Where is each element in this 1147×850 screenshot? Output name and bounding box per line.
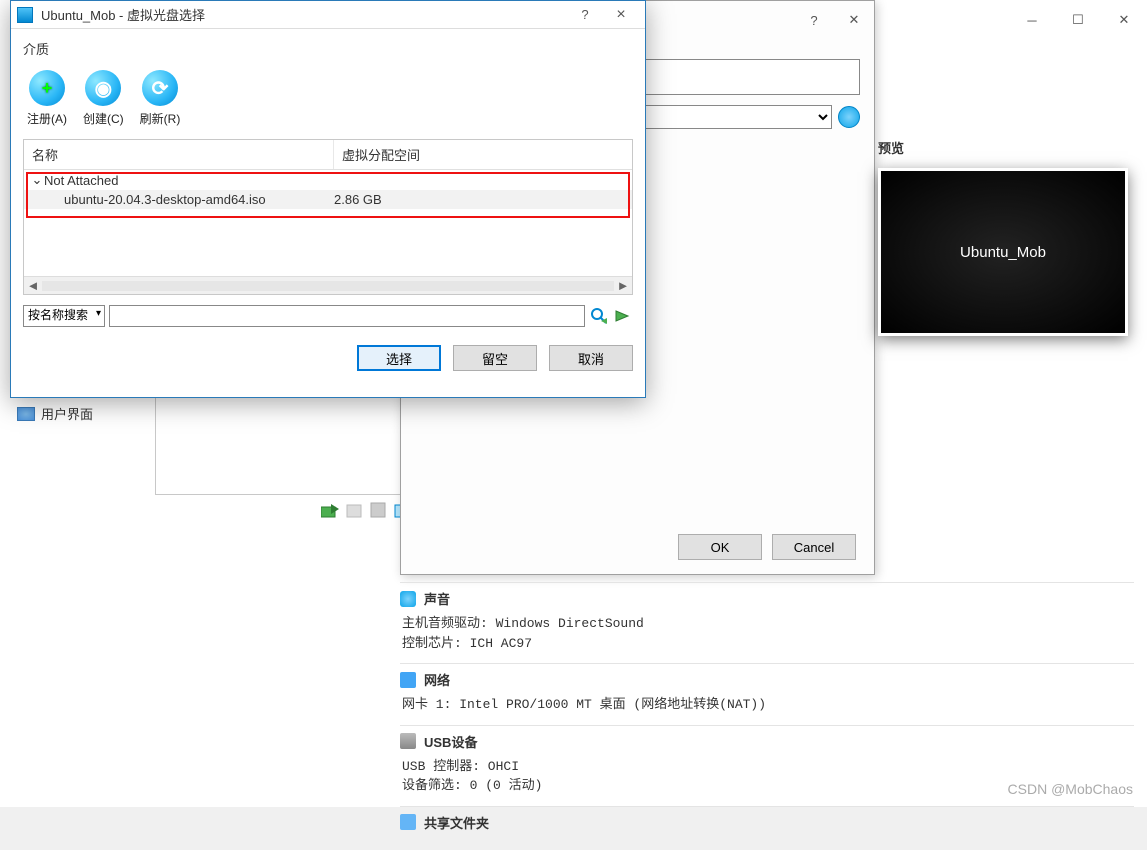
network-adapter: 网卡 1: Intel PRO/1000 MT 桌面 (网络地址转换(NAT)) [402, 695, 1134, 715]
preview-vm-name: Ubuntu_Mob [960, 244, 1046, 261]
add-disk-icon[interactable] [320, 500, 340, 520]
network-icon [400, 672, 416, 688]
collapse-icon[interactable]: ⌄ [30, 172, 44, 188]
settings-help-button[interactable]: ? [794, 4, 834, 36]
scroll-left-icon[interactable]: ◄ [24, 278, 42, 294]
display-icon [17, 407, 35, 421]
chooser-title: Ubuntu_Mob - 虚拟光盘选择 [41, 5, 567, 24]
chooser-close-button[interactable]: × [603, 4, 639, 26]
app-icon [17, 7, 33, 23]
sound-driver: 主机音频驱动: Windows DirectSound [402, 614, 1134, 634]
maximize-button[interactable]: ☐ [1055, 4, 1101, 36]
usb-title: USB设备 [424, 732, 477, 751]
usb-controller: USB 控制器: OHCI [402, 757, 1134, 777]
disk-chooser-dialog: Ubuntu_Mob - 虚拟光盘选择 ? × 介质 注册(A) ◉ 创建(C)… [10, 0, 646, 398]
find-next-button[interactable] [613, 306, 633, 326]
refresh-label: 刷新(R) [140, 110, 181, 127]
disk-icon-disabled [344, 500, 364, 520]
list-body[interactable]: ⌄ Not Attached ubuntu-20.04.3-desktop-am… [24, 170, 632, 276]
folder-icon [400, 814, 416, 830]
refresh-button[interactable]: ⟳ 刷新(R) [140, 70, 181, 127]
chooser-help-button[interactable]: ? [567, 4, 603, 26]
choose-button[interactable]: 选择 [357, 345, 441, 371]
iso-size: 2.86 GB [334, 192, 382, 207]
center-empty-list [155, 395, 433, 495]
sidebar-item-ui[interactable]: 用户界面 [15, 400, 145, 427]
scroll-track[interactable] [42, 281, 614, 291]
network-section[interactable]: 网络 网卡 1: Intel PRO/1000 MT 桌面 (网络地址转换(NA… [400, 663, 1134, 725]
add-icon [29, 70, 65, 106]
search-row: 按名称搜索 [23, 305, 633, 327]
create-button[interactable]: ◉ 创建(C) [83, 70, 124, 127]
sidebar-item-label: 用户界面 [41, 404, 93, 423]
find-button[interactable] [589, 306, 609, 326]
refresh-icon: ⟳ [142, 70, 178, 106]
col-size[interactable]: 虚拟分配空间 [334, 140, 632, 169]
sound-section[interactable]: 声音 主机音频驱动: Windows DirectSound 控制芯片: ICH… [400, 582, 1134, 663]
shared-folder-section[interactable]: 共享文件夹 [400, 806, 1134, 848]
sound-icon [400, 591, 416, 607]
tree-group-label: Not Attached [44, 173, 118, 188]
details-panel: 声音 主机音频驱动: Windows DirectSound 控制芯片: ICH… [392, 580, 1142, 850]
main-close-button[interactable]: ✕ [1101, 4, 1147, 36]
register-label: 注册(A) [27, 110, 67, 127]
sound-chip: 控制芯片: ICH AC97 [402, 634, 1134, 654]
settings-cancel-button[interactable]: Cancel [772, 534, 856, 560]
tree-group-row[interactable]: ⌄ Not Attached [24, 170, 632, 190]
leave-empty-button[interactable]: 留空 [453, 345, 537, 371]
horizontal-scrollbar[interactable]: ◄ ► [24, 276, 632, 294]
settings-ok-button[interactable]: OK [678, 534, 762, 560]
iso-name: ubuntu-20.04.3-desktop-amd64.iso [64, 192, 334, 207]
preview-heading: 预览 [878, 138, 904, 157]
chooser-toolbar: 注册(A) ◉ 创建(C) ⟳ 刷新(R) [23, 64, 633, 137]
chooser-body: 介质 注册(A) ◉ 创建(C) ⟳ 刷新(R) 名称 虚拟分配空 [11, 29, 645, 335]
vm-preview[interactable]: Ubuntu_Mob [878, 168, 1128, 336]
main-window: ─ ☐ ✕ 用户界面 ? ✕ 」器主通道 e) 光盘(L [0, 0, 1147, 807]
center-toolbar [320, 500, 412, 520]
medium-label: 介质 [23, 39, 633, 58]
register-button[interactable]: 注册(A) [27, 70, 67, 127]
disc-icon: ◉ [85, 70, 121, 106]
settings-footer: OK Cancel [678, 534, 856, 560]
usb-icon [400, 733, 416, 749]
scroll-right-icon[interactable]: ► [614, 278, 632, 294]
left-sidebar: 用户界面 [15, 400, 145, 427]
sound-title: 声音 [424, 589, 450, 608]
minimize-button[interactable]: ─ [1009, 4, 1055, 36]
col-name[interactable]: 名称 [24, 140, 334, 169]
tree-item-row[interactable]: ubuntu-20.04.3-desktop-amd64.iso 2.86 GB [24, 190, 632, 209]
cancel-button[interactable]: 取消 [549, 345, 633, 371]
floppy-icon-disabled [368, 500, 388, 520]
shared-title: 共享文件夹 [424, 813, 489, 832]
create-label: 创建(C) [83, 110, 124, 127]
disc-browse-button[interactable] [838, 106, 860, 128]
watermark: CSDN @MobChaos [1008, 781, 1133, 797]
settings-close-button[interactable]: ✕ [834, 4, 874, 36]
media-list: 名称 虚拟分配空间 ⌄ Not Attached ubuntu-20.04.3-… [23, 139, 633, 295]
search-mode-select[interactable]: 按名称搜索 [23, 305, 105, 327]
list-header: 名称 虚拟分配空间 [24, 140, 632, 170]
search-input[interactable] [109, 305, 585, 327]
chooser-titlebar: Ubuntu_Mob - 虚拟光盘选择 ? × [11, 1, 645, 29]
chooser-footer: 选择 留空 取消 [11, 335, 645, 381]
network-title: 网络 [424, 670, 450, 689]
